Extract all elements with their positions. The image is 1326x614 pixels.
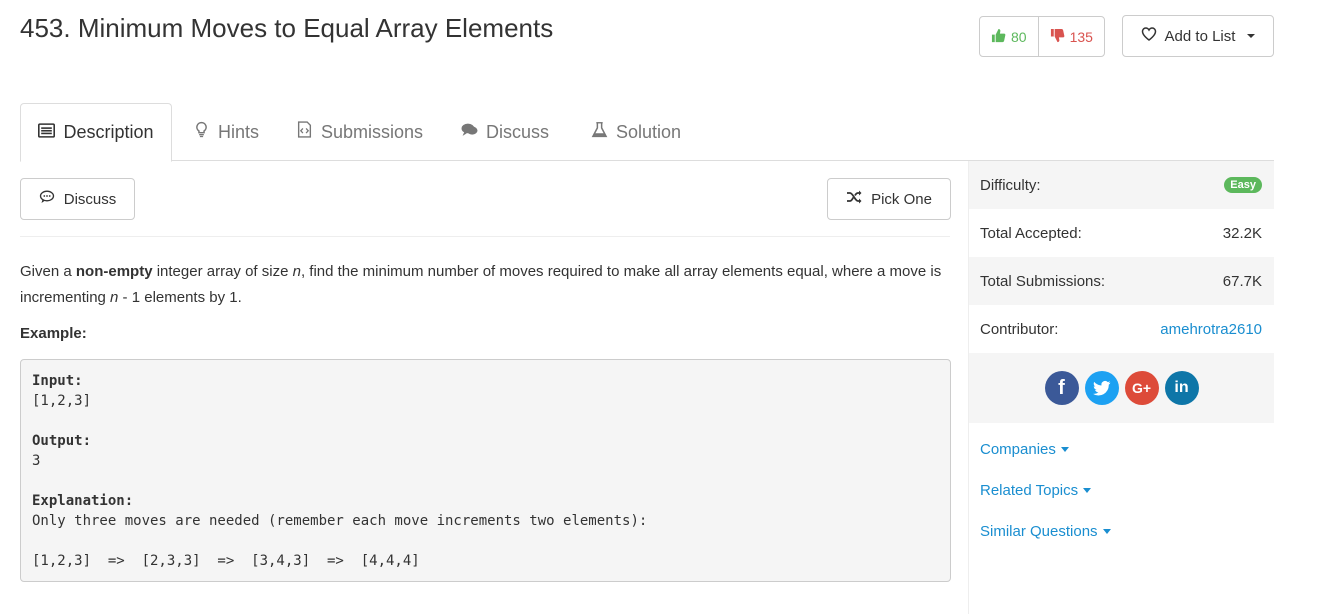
input-value: [1,2,3] xyxy=(32,393,92,409)
caret-down-icon xyxy=(1102,529,1111,534)
tab-bar: Description Hints Submissions Discuss So… xyxy=(20,103,1274,162)
thumbs-down-icon xyxy=(1050,28,1065,46)
problem-description: Given a non-empty integer array of size … xyxy=(20,259,955,311)
tab-hints[interactable]: Hints xyxy=(193,103,259,161)
add-to-list-button[interactable]: Add to List xyxy=(1122,15,1274,57)
desc-text: - 1 elements by 1. xyxy=(118,289,242,306)
discuss-button-label: Discuss xyxy=(63,190,117,208)
heart-icon xyxy=(1141,26,1157,46)
explanation-sequence: [1,2,3] => [2,3,3] => [3,4,3] => [4,4,4] xyxy=(32,553,420,569)
submissions-label: Total Submissions: xyxy=(980,272,1106,290)
lightbulb-icon xyxy=(193,121,210,143)
random-icon xyxy=(846,189,862,209)
twitter-icon[interactable] xyxy=(1084,371,1119,405)
caret-down-icon xyxy=(1060,447,1069,452)
tab-description-label: Description xyxy=(63,122,154,142)
vote-group: 80 135 xyxy=(979,16,1105,57)
contributor-label: Contributor: xyxy=(980,320,1059,338)
caret-down-icon xyxy=(1083,488,1092,493)
tab-submissions-label: Submissions xyxy=(321,121,424,142)
tab-submissions[interactable]: Submissions xyxy=(296,103,423,161)
example-heading: Example: xyxy=(20,325,87,342)
contributor-link[interactable]: amehrotra2610 xyxy=(1160,321,1262,338)
difficulty-badge: Easy xyxy=(1224,177,1262,193)
tab-description[interactable]: Description xyxy=(20,103,172,162)
comments-icon xyxy=(461,121,478,143)
explanation-text: Only three moves are needed (remember ea… xyxy=(32,513,648,529)
desc-bold-text: non-empty xyxy=(75,263,153,280)
comment-icon xyxy=(39,189,55,209)
add-to-list-label: Add to List xyxy=(1164,27,1236,45)
tab-solution[interactable]: Solution xyxy=(591,103,681,161)
desc-text: Given a xyxy=(20,263,76,280)
tab-hints-label: Hints xyxy=(218,121,260,142)
upvote-button[interactable]: 80 xyxy=(980,17,1039,56)
pick-one-button[interactable]: Pick One xyxy=(827,178,951,220)
submissions-row: Total Submissions: 67.7K xyxy=(969,257,1274,305)
output-value: 3 xyxy=(32,453,41,469)
problem-title: 453. Minimum Moves to Equal Array Elemen… xyxy=(20,13,554,43)
google-plus-icon[interactable]: G+ xyxy=(1124,371,1159,405)
explanation-label: Explanation: xyxy=(32,493,134,509)
similar-questions-label: Similar Questions xyxy=(980,523,1098,540)
content-divider xyxy=(20,236,950,237)
social-share-bar: f G+ in xyxy=(969,353,1274,423)
desc-text: integer array of size xyxy=(152,263,293,280)
list-icon xyxy=(38,122,56,144)
tab-discuss-label: Discuss xyxy=(486,121,550,142)
thumbs-up-icon xyxy=(991,28,1006,46)
sidebar-links: Companies Related Topics Similar Questio… xyxy=(969,423,1274,552)
difficulty-row: Difficulty: Easy xyxy=(969,161,1274,209)
related-topics-label: Related Topics xyxy=(980,482,1079,499)
submissions-value: 67.7K xyxy=(1222,272,1262,290)
similar-questions-dropdown[interactable]: Similar Questions xyxy=(969,511,1274,552)
chevron-down-icon xyxy=(1247,34,1256,38)
downvote-count: 135 xyxy=(1069,28,1093,45)
downvote-button[interactable]: 135 xyxy=(1039,17,1104,56)
file-code-icon xyxy=(296,121,313,143)
example-code-block: Input: [1,2,3] Output: 3 Explanation: On… xyxy=(20,359,951,582)
related-topics-dropdown[interactable]: Related Topics xyxy=(969,470,1274,511)
companies-label: Companies xyxy=(980,441,1056,458)
accepted-label: Total Accepted: xyxy=(980,224,1082,242)
desc-variable: n xyxy=(292,263,301,280)
accepted-row: Total Accepted: 32.2K xyxy=(969,209,1274,257)
output-label: Output: xyxy=(32,433,92,449)
upvote-count: 80 xyxy=(1011,28,1027,45)
discuss-button[interactable]: Discuss xyxy=(20,178,135,220)
accepted-value: 32.2K xyxy=(1222,224,1262,242)
difficulty-label: Difficulty: xyxy=(980,176,1041,194)
input-label: Input: xyxy=(32,373,83,389)
companies-dropdown[interactable]: Companies xyxy=(969,429,1274,470)
contributor-row: Contributor: amehrotra2610 xyxy=(969,305,1274,353)
tab-discuss[interactable]: Discuss xyxy=(461,103,549,161)
tab-solution-label: Solution xyxy=(616,121,682,142)
problem-sidebar: Difficulty: Easy Total Accepted: 32.2K T… xyxy=(968,161,1274,614)
linkedin-icon[interactable]: in xyxy=(1164,371,1199,405)
facebook-icon[interactable]: f xyxy=(1044,371,1079,405)
pick-one-label: Pick One xyxy=(871,190,932,208)
flask-icon xyxy=(591,121,608,143)
